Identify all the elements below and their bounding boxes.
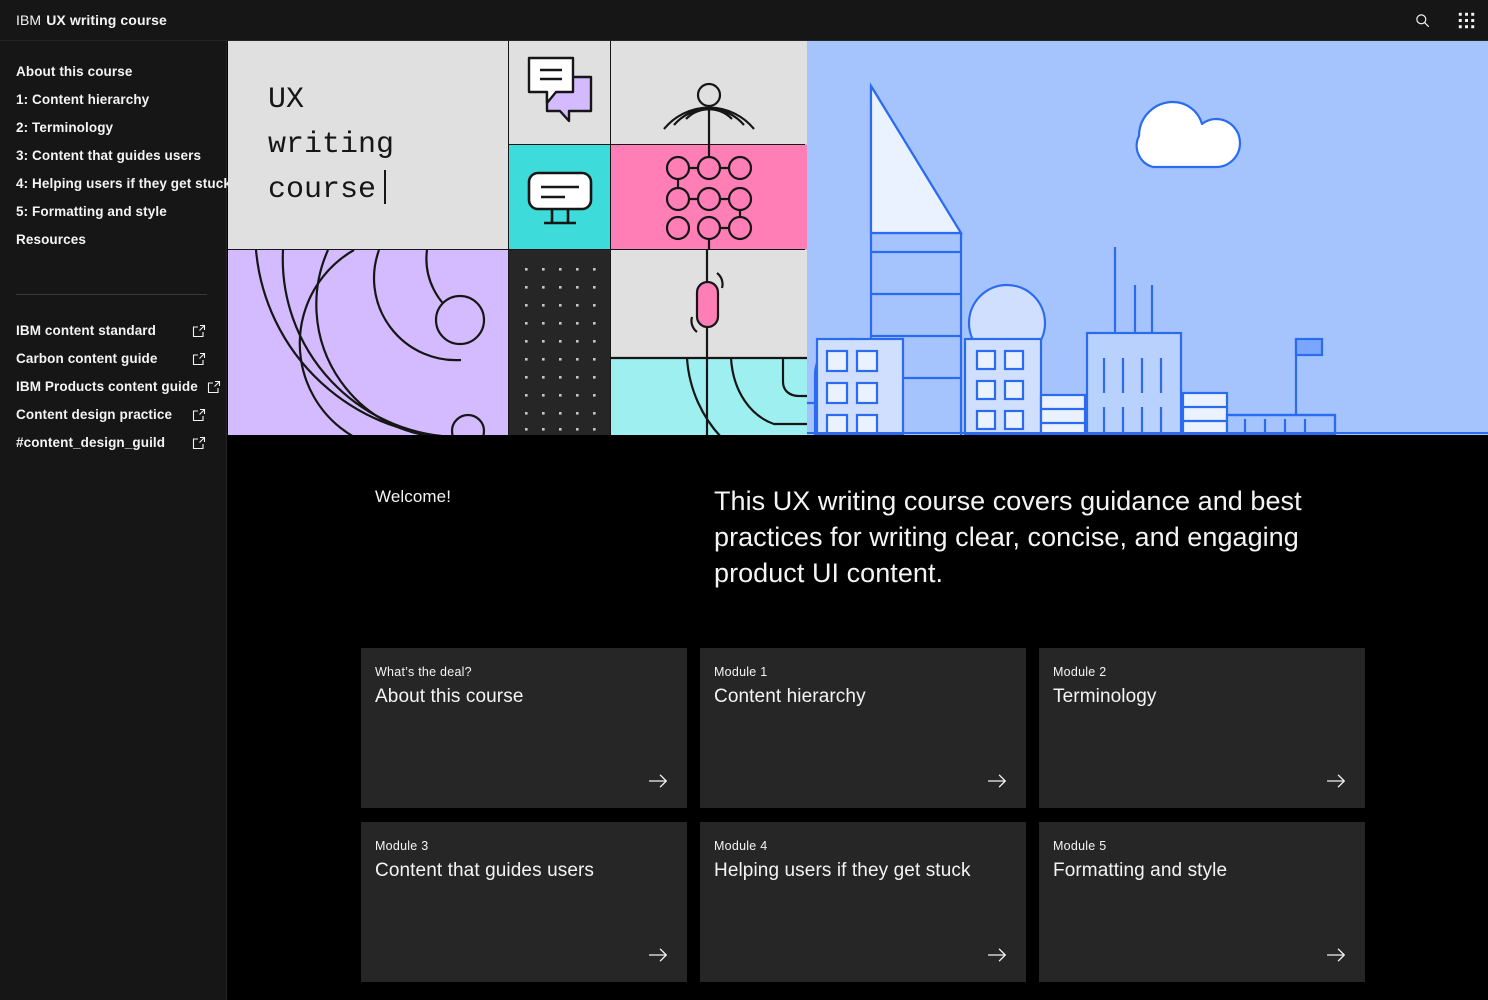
sidebar-link-label: #content_design_guild (16, 435, 166, 450)
arrow-right-icon (988, 774, 1007, 788)
sidebar-item-content-that-guides-users[interactable]: 3: Content that guides users (0, 142, 226, 170)
sidebar-link-content-design-practice[interactable]: Content design practice (0, 401, 226, 429)
sidebar-link-content-design-guild[interactable]: #content_design_guild (0, 429, 226, 457)
sidebar-link-label: Carbon content guide (16, 351, 158, 366)
arrow-right-icon (1327, 948, 1346, 962)
dot-grid-icon (525, 268, 596, 431)
chat-bubbles-icon (527, 56, 593, 123)
card-title: Formatting and style (1053, 860, 1228, 881)
concentric-arcs-icon (254, 250, 486, 437)
card-title: About this course (375, 686, 524, 707)
sidebar-link-label: IBM content standard (16, 323, 157, 338)
app-switcher-button[interactable] (1444, 0, 1488, 41)
search-icon (1415, 13, 1429, 27)
sidebar-item-about-this-course[interactable]: About this course (0, 58, 226, 86)
launch-icon (207, 380, 220, 394)
hero-title-text: UX writing course (268, 78, 394, 213)
card-eyebrow: Module 4 (714, 839, 768, 853)
module-card-grid: What’s the deal? About this course Modul… (361, 648, 1365, 982)
arrow-right-icon (649, 948, 668, 962)
card-module-4-helping-users-if-they-get-stuck[interactable]: Module 4 Helping users if they get stuck (700, 822, 1026, 982)
arrow-right-icon (988, 948, 1007, 962)
launch-icon (192, 352, 206, 366)
monitor-icon (527, 171, 593, 225)
search-button[interactable] (1400, 0, 1444, 41)
sidebar-item-formatting-and-style[interactable]: 5: Formatting and style (0, 198, 226, 226)
concentric-arcs-tile (228, 250, 508, 437)
card-about-this-course[interactable]: What’s the deal? About this course (361, 648, 687, 808)
sidebar-link-label: Content design practice (16, 407, 173, 422)
card-module-3-content-that-guides-users[interactable]: Module 3 Content that guides users (361, 822, 687, 982)
pill-tile (611, 250, 807, 437)
sidebar-item-terminology[interactable]: 2: Terminology (0, 114, 226, 142)
card-module-1-content-hierarchy[interactable]: Module 1 Content hierarchy (700, 648, 1026, 808)
hero-title-line-1: UX (268, 82, 305, 117)
hero-tile-grid: UX writing course (228, 41, 807, 437)
hero-title-tile: UX writing course (228, 41, 508, 249)
welcome-section: Welcome! This UX writing course covers g… (228, 435, 1488, 648)
card-eyebrow: Module 1 (714, 665, 768, 679)
header-actions (1400, 0, 1488, 40)
card-module-2-terminology[interactable]: Module 2 Terminology (1039, 648, 1365, 808)
sidebar-link-carbon-content-guide[interactable]: Carbon content guide (0, 345, 226, 373)
hero-illustration: UX writing course (228, 41, 1488, 437)
hero-title-line-2: writing (268, 127, 395, 162)
welcome-label: Welcome! (375, 487, 452, 506)
sidebar-link-ibm-content-standard[interactable]: IBM content standard (0, 317, 226, 345)
cityscape-illustration (805, 41, 1488, 437)
dot-grid-tile (509, 250, 610, 437)
text-caret (384, 169, 387, 204)
card-eyebrow: Module 2 (1053, 665, 1107, 679)
arrow-right-icon (649, 774, 668, 788)
node-network-icon (665, 145, 753, 249)
page-title: IBM UX writing course (16, 12, 167, 28)
app-header: IBM UX writing course (0, 0, 1488, 41)
signal-waves-icon (663, 82, 755, 144)
sidebar: About this course 1: Content hierarchy 2… (0, 41, 231, 1000)
sidebar-divider (16, 294, 207, 295)
hero-title-line-3: course (268, 172, 377, 207)
launch-icon (192, 324, 206, 338)
sidebar-item-resources[interactable]: Resources (0, 226, 226, 254)
card-eyebrow: Module 3 (375, 839, 429, 853)
card-module-5-formatting-and-style[interactable]: Module 5 Formatting and style (1039, 822, 1365, 982)
cityscape-tile (805, 41, 1488, 437)
welcome-body-text: This UX writing course covers guidance a… (714, 486, 1302, 588)
card-title: Content hierarchy (714, 686, 866, 707)
sidebar-link-ibm-products-content-guide[interactable]: IBM Products content guide (0, 373, 226, 401)
monitor-tile (509, 145, 610, 249)
launch-icon (192, 436, 206, 450)
chat-bubbles-tile (509, 41, 610, 144)
sidebar-item-helping-users-if-they-get-stuck[interactable]: 4: Helping users if they get stuck (0, 170, 231, 198)
arrow-right-icon (1327, 774, 1346, 788)
sidebar-link-label: IBM Products content guide (16, 379, 198, 394)
card-title: Helping users if they get stuck (714, 860, 971, 881)
brand-name: IBM (16, 12, 42, 28)
signal-waves-tile (611, 41, 807, 144)
product-name: UX writing course (46, 12, 167, 28)
card-eyebrow: Module 5 (1053, 839, 1107, 853)
launch-icon (192, 408, 206, 422)
card-eyebrow: What’s the deal? (375, 665, 472, 679)
card-title: Terminology (1053, 686, 1157, 707)
app-switcher-grid-icon (1458, 12, 1474, 28)
node-network-tile (611, 145, 807, 249)
card-title: Content that guides users (375, 860, 595, 881)
pill-and-curves-icon (611, 250, 807, 437)
sidebar-item-content-hierarchy[interactable]: 1: Content hierarchy (0, 86, 226, 114)
